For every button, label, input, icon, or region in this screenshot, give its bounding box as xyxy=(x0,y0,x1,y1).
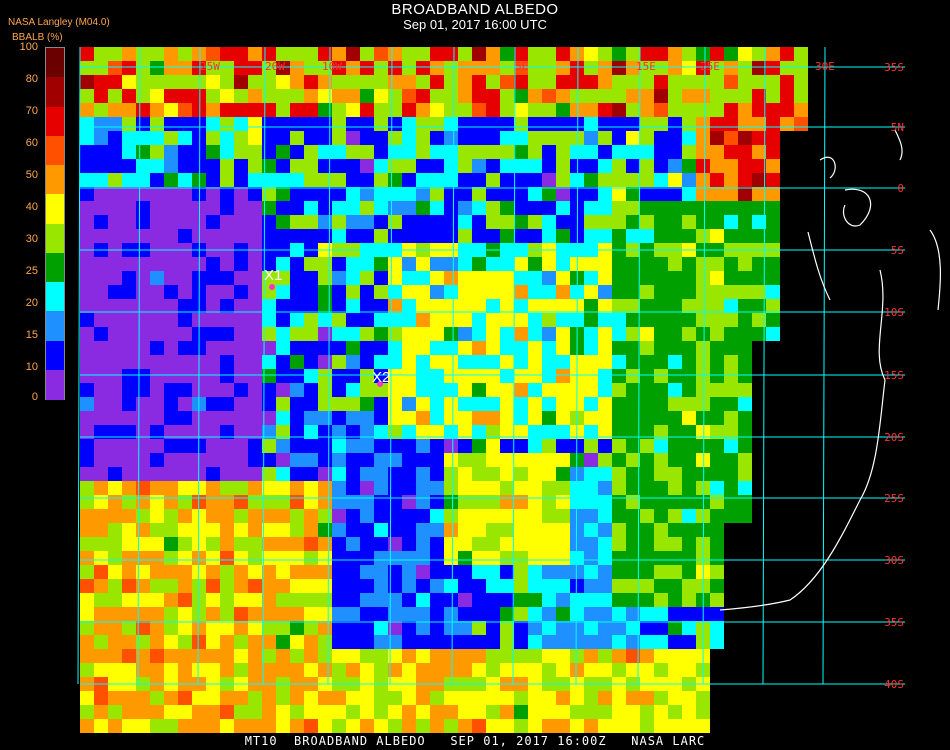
latitude-label: 35S xyxy=(884,61,904,74)
latitude-label: 15S xyxy=(884,369,904,382)
albedo-imagery xyxy=(80,47,808,733)
longitude-label: 20W xyxy=(265,60,285,73)
latitude-label: 35S xyxy=(884,616,904,629)
latitude-label: 20S xyxy=(884,431,904,444)
site-marker-label: X2 xyxy=(372,369,391,386)
latitude-label: 10S xyxy=(884,306,904,319)
longitude-label: 10W xyxy=(322,60,342,73)
albedo-map xyxy=(77,46,941,733)
latitude-label: 0 xyxy=(897,182,904,195)
site-marker-label: X1 xyxy=(264,267,283,284)
latitude-label: 5S xyxy=(890,244,904,257)
latitude-label: 30S xyxy=(884,554,904,567)
latitude-label: 5N xyxy=(890,121,904,134)
longitude-label: 30E xyxy=(815,60,835,73)
longitude-label: 15E xyxy=(636,60,656,73)
latitude-label: 40S xyxy=(884,678,904,691)
footer-caption: MT10 BROADBAND ALBEDO SEP 01, 2017 16:00… xyxy=(244,734,706,748)
longitude-label: 25W xyxy=(200,60,220,73)
longitude-label: 5E xyxy=(515,60,529,73)
site-marker-dot xyxy=(269,284,275,290)
latitude-label: 25S xyxy=(884,492,904,505)
longitude-label: 25E xyxy=(700,60,720,73)
